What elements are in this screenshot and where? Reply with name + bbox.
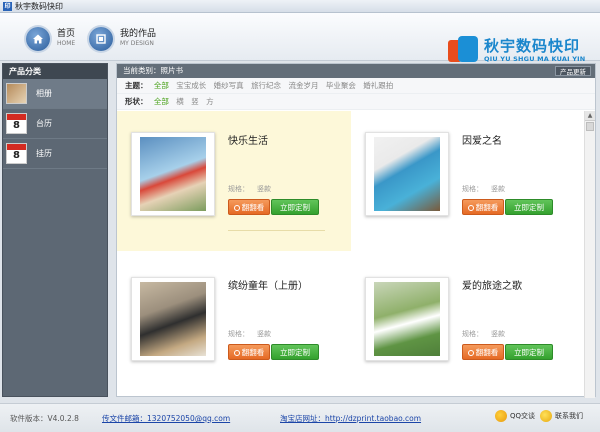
magnifier-icon	[467, 350, 474, 356]
album-thumbnail-icon	[6, 83, 27, 104]
product-card[interactable]: 快乐生活 规格： 竖款 翻翻看 立即定制	[117, 111, 351, 251]
nav-my-design-label: 我的作品	[120, 29, 157, 39]
customize-now-button[interactable]: 立即定制	[505, 344, 553, 360]
title-bar: 印 秋宇数码快印	[0, 0, 600, 13]
product-grid: 快乐生活 规格： 竖款 翻翻看 立即定制 因爱之名 规格： 竖款 翻翻看 立即定制 …	[117, 111, 585, 398]
logo-mark-icon	[446, 34, 480, 66]
magnifier-icon	[233, 205, 240, 211]
sidebar-item-label: 相册	[36, 89, 52, 98]
taobao-shop-link[interactable]: 淘宝店网址：http://dzprint.taobao.com	[280, 413, 421, 424]
topic-filter-row: 主题： 全部 宝宝成长 婚纱写真 旅行纪念 流金岁月 毕业聚会 婚礼跟拍	[117, 78, 595, 94]
customize-now-button[interactable]: 立即定制	[271, 199, 319, 215]
shape-filter-label: 形状：	[125, 97, 148, 106]
product-cover-image[interactable]	[365, 277, 449, 361]
sidebar-item-label: 挂历	[36, 149, 52, 158]
topic-option-travel[interactable]: 旅行纪念	[251, 81, 281, 90]
shape-option-square[interactable]: 方	[206, 97, 214, 106]
product-name: 快乐生活	[228, 136, 268, 147]
sidebar-item-wall-calendar[interactable]: 挂历	[3, 139, 107, 169]
scroll-up-icon[interactable]: ▲	[585, 111, 595, 121]
product-name: 因爱之名	[462, 136, 502, 147]
magnifier-icon	[467, 205, 474, 211]
customize-now-button[interactable]: 立即定制	[505, 199, 553, 215]
nav-home-label: 首页	[57, 29, 76, 39]
shape-option-landscape[interactable]: 横	[176, 97, 184, 106]
product-spec: 规格： 竖款	[228, 185, 271, 193]
product-name: 缤纷童年（上册）	[228, 281, 308, 292]
product-spec: 规格： 竖款	[228, 330, 271, 338]
nav-home[interactable]: 首页 HOME	[26, 25, 75, 53]
product-cover-image[interactable]	[365, 132, 449, 216]
product-spec: 规格： 竖款	[462, 185, 505, 193]
logo-cn-text: 秋宇数码快印	[484, 36, 581, 55]
category-sidebar: 产品分类 相册 台历 挂历	[2, 63, 108, 397]
topic-option-golden-years[interactable]: 流金岁月	[288, 81, 318, 90]
nav-home-sublabel: HOME	[57, 40, 76, 47]
sidebar-item-label: 台历	[36, 119, 52, 128]
brand-logo: 秋宇数码快印 QIU YU SHGU MA KUAI YIN	[446, 33, 596, 67]
magnifier-icon	[233, 350, 240, 356]
qq-icon	[495, 410, 507, 422]
product-name: 爱的旅途之歌	[462, 281, 522, 292]
product-card[interactable]: 缤纷童年（上册） 规格： 竖款 翻翻看 立即定制	[117, 256, 351, 396]
vertical-scrollbar[interactable]: ▲	[584, 111, 595, 398]
customize-now-button[interactable]: 立即定制	[271, 344, 319, 360]
topic-option-baby[interactable]: 宝宝成长	[176, 81, 206, 90]
header: 首页 HOME 我的作品 MY DESIGN 秋宇数码快印 QIU YU SHG…	[0, 13, 600, 63]
flip-preview-button[interactable]: 翻翻看	[228, 344, 270, 360]
flip-preview-button[interactable]: 翻翻看	[462, 344, 504, 360]
scrollbar-thumb[interactable]	[586, 122, 594, 131]
product-panel: 当前类别：照片书 产品更新 主题： 全部 宝宝成长 婚纱写真 旅行纪念 流金岁月…	[116, 63, 596, 398]
nav-my-design-sublabel: MY DESIGN	[120, 40, 154, 47]
window-title: 秋宇数码快印	[15, 2, 63, 11]
card-divider	[228, 230, 325, 231]
shape-option-portrait[interactable]: 竖	[191, 97, 199, 106]
flip-preview-button[interactable]: 翻翻看	[228, 199, 270, 215]
upload-email-link[interactable]: 传文件邮箱：1320752050@qq.com	[102, 413, 230, 424]
shape-option-all[interactable]: 全部	[154, 97, 169, 106]
app-icon: 印	[3, 2, 12, 11]
qq-chat-button[interactable]: QQ交谈	[495, 410, 535, 422]
flip-preview-button[interactable]: 翻翻看	[462, 199, 504, 215]
product-card[interactable]: 因爱之名 规格： 竖款 翻翻看 立即定制	[351, 111, 585, 251]
product-cover-image[interactable]	[131, 132, 215, 216]
contact-icon	[540, 410, 552, 422]
product-update-button[interactable]: 产品更新	[555, 66, 591, 76]
footer: 软件版本：V4.0.2.8 传文件邮箱：1320752050@qq.com 淘宝…	[0, 403, 600, 432]
topic-option-wedding-photo[interactable]: 婚纱写真	[214, 81, 244, 90]
sidebar-item-desk-calendar[interactable]: 台历	[3, 109, 107, 139]
nav-my-design[interactable]: 我的作品 MY DESIGN	[89, 25, 156, 53]
sidebar-item-album[interactable]: 相册	[3, 79, 107, 109]
contact-us-button[interactable]: 联系我们	[540, 410, 583, 422]
topic-option-wedding-follow[interactable]: 婚礼跟拍	[363, 81, 393, 90]
sidebar-title: 产品分类	[3, 64, 107, 79]
topic-option-graduation[interactable]: 毕业聚会	[326, 81, 356, 90]
topic-filter-label: 主题：	[125, 81, 148, 90]
topic-option-all[interactable]: 全部	[154, 81, 169, 90]
product-spec: 规格： 竖款	[462, 330, 505, 338]
shape-filter-row: 形状： 全部 横 竖 方	[117, 94, 595, 110]
book-icon	[89, 27, 113, 51]
current-category-label: 当前类别：照片书	[123, 66, 183, 75]
current-category-bar: 当前类别：照片书 产品更新	[117, 64, 595, 78]
calendar-icon	[6, 113, 27, 134]
software-version: 软件版本：V4.0.2.8	[10, 414, 79, 423]
home-icon	[26, 27, 50, 51]
calendar-icon	[6, 143, 27, 164]
product-card[interactable]: 爱的旅途之歌 规格： 竖款 翻翻看 立即定制	[351, 256, 585, 396]
product-cover-image[interactable]	[131, 277, 215, 361]
